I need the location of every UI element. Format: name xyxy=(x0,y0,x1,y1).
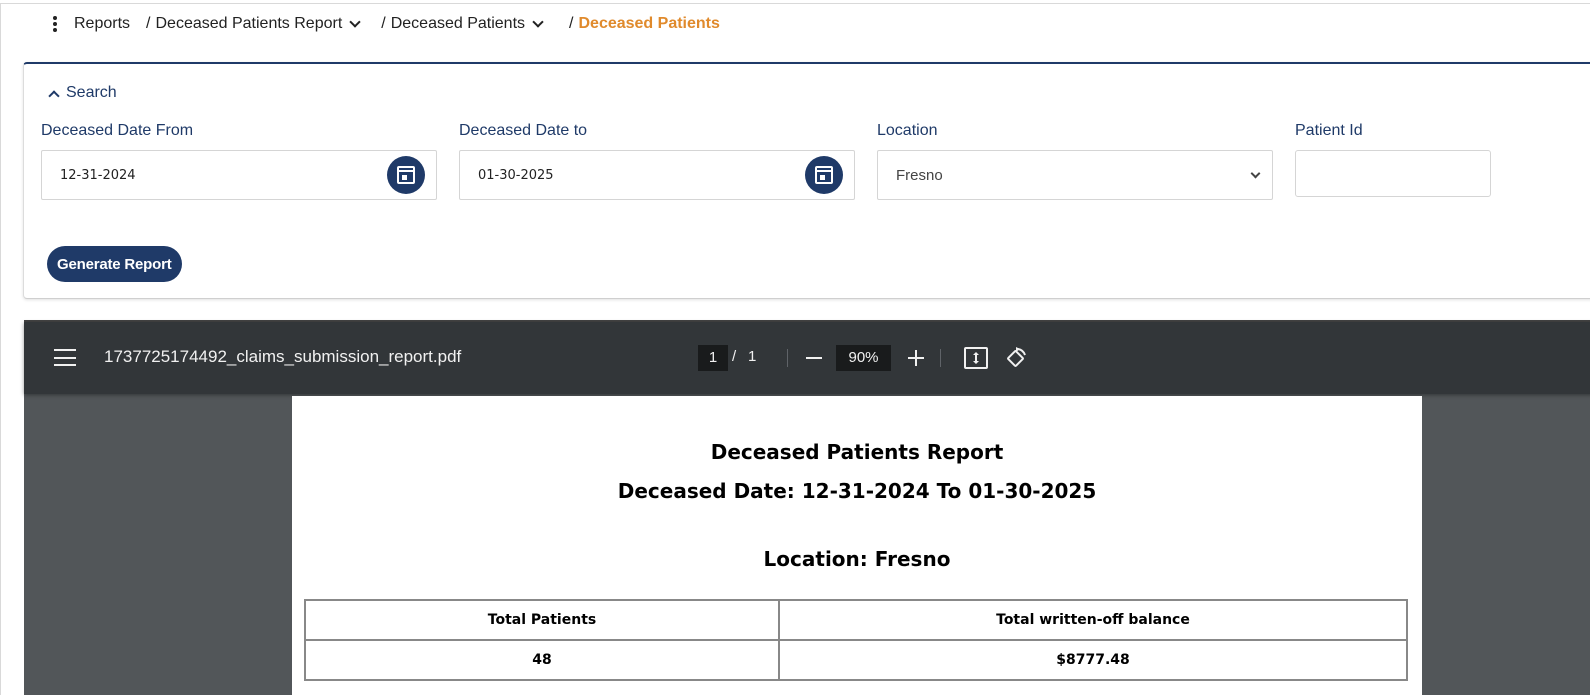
table-header-row: Total Patients Total written-off balance xyxy=(304,599,1408,641)
chevron-down-icon[interactable] xyxy=(532,16,544,28)
location-label: Location xyxy=(877,122,938,139)
breadcrumb-current-label: Deceased Patients xyxy=(578,15,720,32)
breadcrumb-reports-label: Reports xyxy=(74,15,131,32)
breadcrumb-deceased-patients[interactable]: / Deceased Patients xyxy=(381,15,544,33)
report-location: Location: Fresno xyxy=(763,547,951,571)
search-toggle-label: Search xyxy=(66,84,117,101)
search-panel: Search Deceased Date From 12-31-2024 Dec… xyxy=(23,62,1590,299)
chevron-down-icon xyxy=(1250,168,1261,179)
chevron-down-icon[interactable] xyxy=(349,16,361,28)
location-value: Fresno xyxy=(896,167,943,184)
page-separator: / xyxy=(732,348,737,365)
breadcrumb-reports[interactable]: Reports xyxy=(74,15,130,33)
table-cell: $8777.48 xyxy=(778,639,1408,681)
location-field: Location Fresno xyxy=(877,122,1273,200)
search-toggle[interactable]: Search xyxy=(48,84,117,102)
breadcrumb-deceased-patients-report[interactable]: / Deceased Patients Report xyxy=(146,15,361,33)
report-date-range: Deceased Date: 12-31-2024 To 01-30-2025 xyxy=(617,479,1097,503)
report-summary-table: Total Patients Total written-off balance… xyxy=(304,599,1408,681)
date-from-input[interactable]: 12-31-2024 xyxy=(41,150,437,200)
zoom-out-icon[interactable] xyxy=(804,346,824,370)
table-cell: 48 xyxy=(304,639,780,681)
report-title: Deceased Patients Report xyxy=(710,440,1004,464)
breadcrumb-separator: / xyxy=(146,15,151,32)
breadcrumb-deceased-patients-report-label: Deceased Patients Report xyxy=(155,15,343,32)
date-from-field: Deceased Date From 12-31-2024 xyxy=(41,122,437,200)
chevron-up-icon xyxy=(48,89,60,102)
menu-icon[interactable] xyxy=(54,349,76,366)
left-border xyxy=(0,3,1,695)
breadcrumb-current: / Deceased Patients xyxy=(569,15,720,33)
date-to-calendar-button[interactable] xyxy=(805,156,843,194)
toolbar-divider xyxy=(940,349,941,367)
breadcrumb-separator: / xyxy=(569,15,574,32)
fit-to-page-icon[interactable] xyxy=(964,347,988,369)
patient-id-label: Patient Id xyxy=(1295,122,1363,139)
page-number-input[interactable]: 1 xyxy=(698,345,728,371)
date-from-label: Deceased Date From xyxy=(41,122,194,139)
page-total: 1 xyxy=(748,348,757,365)
top-border xyxy=(0,3,1590,4)
date-to-input[interactable]: 01-30-2025 xyxy=(459,150,855,200)
rotate-icon[interactable] xyxy=(1004,346,1028,370)
kebab-menu-icon[interactable] xyxy=(48,14,62,34)
calendar-icon xyxy=(815,166,833,184)
zoom-in-icon[interactable] xyxy=(906,346,926,370)
breadcrumb-deceased-patients-label: Deceased Patients xyxy=(390,15,526,32)
pdf-toolbar: 1737725174492_claims_submission_report.p… xyxy=(24,322,1590,394)
breadcrumb: Reports / Deceased Patients Report / Dec… xyxy=(48,12,720,36)
breadcrumb-separator: / xyxy=(381,15,386,32)
date-to-value: 01-30-2025 xyxy=(478,168,554,183)
pdf-viewer: 1737725174492_claims_submission_report.p… xyxy=(24,320,1590,695)
toolbar-divider xyxy=(787,349,788,367)
table-header-cell: Total written-off balance xyxy=(778,599,1408,641)
zoom-level-input[interactable]: 90% xyxy=(836,345,891,371)
date-from-value: 12-31-2024 xyxy=(60,168,136,183)
calendar-icon xyxy=(397,166,415,184)
pdf-file-name: 1737725174492_claims_submission_report.p… xyxy=(104,347,462,366)
patient-id-field: Patient Id xyxy=(1295,122,1491,197)
location-select[interactable]: Fresno xyxy=(877,150,1273,200)
table-row: 48 $8777.48 xyxy=(304,639,1408,681)
pdf-page: Deceased Patients Report Deceased Date: … xyxy=(292,396,1422,695)
table-header-cell: Total Patients xyxy=(304,599,780,641)
patient-id-input[interactable] xyxy=(1295,150,1491,197)
date-to-field: Deceased Date to 01-30-2025 xyxy=(459,122,855,200)
generate-report-button[interactable]: Generate Report xyxy=(47,246,182,282)
date-to-label: Deceased Date to xyxy=(459,122,588,139)
date-from-calendar-button[interactable] xyxy=(387,156,425,194)
